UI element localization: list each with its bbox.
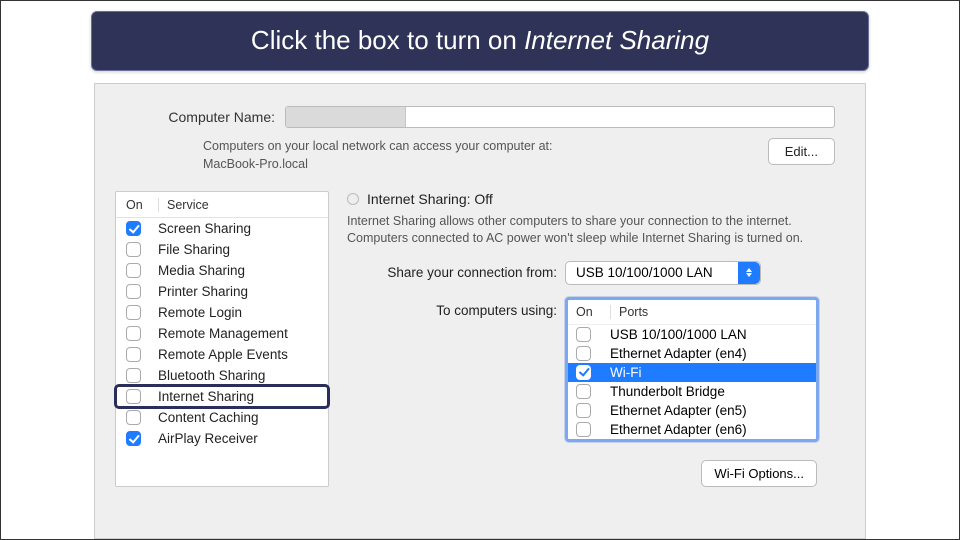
share-from-dropdown[interactable]: USB 10/100/1000 LAN — [565, 261, 761, 285]
service-label: AirPlay Receiver — [158, 431, 320, 446]
port-label: Thunderbolt Bridge — [610, 384, 808, 399]
share-from-value: USB 10/100/1000 LAN — [566, 265, 738, 280]
ports-header-ports: Ports — [610, 305, 808, 319]
service-checkbox[interactable] — [126, 347, 141, 362]
service-label: Internet Sharing — [158, 389, 320, 404]
service-label: File Sharing — [158, 242, 320, 257]
status-text: Internet Sharing: Off — [367, 191, 493, 207]
port-row[interactable]: Wi-Fi — [568, 363, 816, 382]
instruction-text-prefix: Click the box to turn on — [251, 25, 524, 55]
service-row[interactable]: Content Caching — [116, 407, 328, 428]
share-from-row: Share your connection from: USB 10/100/1… — [347, 261, 845, 285]
service-row[interactable]: File Sharing — [116, 239, 328, 260]
status-row: Internet Sharing: Off — [347, 191, 845, 207]
helper-line1: Computers on your local network can acce… — [203, 139, 552, 153]
service-checkbox[interactable] — [126, 305, 141, 320]
computer-name-row: Computer Name: — [95, 84, 865, 134]
service-checkbox[interactable] — [126, 368, 141, 383]
service-label: Screen Sharing — [158, 221, 320, 236]
port-row[interactable]: Ethernet Adapter (en6) — [568, 420, 816, 439]
service-row[interactable]: Remote Apple Events — [116, 344, 328, 365]
service-row[interactable]: Bluetooth Sharing — [116, 365, 328, 386]
service-checkbox[interactable] — [126, 410, 141, 425]
services-header-on: On — [126, 198, 158, 212]
service-row[interactable]: Remote Management — [116, 323, 328, 344]
service-label: Remote Login — [158, 305, 320, 320]
wifi-options-button[interactable]: Wi-Fi Options... — [701, 460, 817, 487]
port-checkbox[interactable] — [576, 365, 591, 380]
port-checkbox[interactable] — [576, 384, 591, 399]
wifi-options-row: Wi-Fi Options... — [347, 454, 845, 487]
details-panel: Internet Sharing: Off Internet Sharing a… — [347, 191, 845, 487]
service-checkbox[interactable] — [126, 221, 141, 236]
main-columns: On Service Screen Sharing File Sharing Med… — [95, 181, 865, 487]
service-checkbox[interactable] — [126, 389, 141, 404]
helper-line2: MacBook-Pro.local — [203, 157, 308, 171]
service-checkbox[interactable] — [126, 284, 141, 299]
port-label: Ethernet Adapter (en6) — [610, 422, 808, 437]
service-label: Media Sharing — [158, 263, 320, 278]
port-label: Ethernet Adapter (en4) — [610, 346, 808, 361]
service-row[interactable]: AirPlay Receiver — [116, 428, 328, 449]
service-row[interactable]: Internet Sharing — [116, 386, 328, 407]
instruction-banner: Click the box to turn on Internet Sharin… — [91, 11, 869, 71]
status-indicator-icon — [347, 193, 359, 205]
port-checkbox[interactable] — [576, 403, 591, 418]
service-label: Printer Sharing — [158, 284, 320, 299]
service-row[interactable]: Screen Sharing — [116, 218, 328, 239]
port-row[interactable]: Ethernet Adapter (en5) — [568, 401, 816, 420]
service-row[interactable]: Remote Login — [116, 302, 328, 323]
share-from-label: Share your connection from: — [347, 265, 565, 280]
service-label: Content Caching — [158, 410, 320, 425]
edit-button[interactable]: Edit... — [768, 138, 835, 165]
services-header-service: Service — [158, 198, 320, 212]
tutorial-slide: Click the box to turn on Internet Sharin… — [0, 0, 960, 540]
ports-list: On Ports USB 10/100/1000 LAN Ethernet Ada… — [565, 297, 819, 442]
service-checkbox[interactable] — [126, 431, 141, 446]
service-label: Bluetooth Sharing — [158, 368, 320, 383]
service-checkbox[interactable] — [126, 242, 141, 257]
port-row[interactable]: Thunderbolt Bridge — [568, 382, 816, 401]
sharing-prefpane: Computer Name: Computers on your local n… — [94, 83, 866, 539]
service-row[interactable]: Media Sharing — [116, 260, 328, 281]
port-label: Wi-Fi — [610, 365, 808, 380]
to-computers-row: To computers using: On Ports USB 10/100/… — [347, 297, 845, 442]
service-checkbox[interactable] — [126, 326, 141, 341]
computer-name-helper-row: Computers on your local network can acce… — [95, 134, 865, 181]
port-row[interactable]: Ethernet Adapter (en4) — [568, 344, 816, 363]
port-label: Ethernet Adapter (en5) — [610, 403, 808, 418]
service-checkbox[interactable] — [126, 263, 141, 278]
description-text: Internet Sharing allows other computers … — [347, 213, 807, 247]
computer-name-helper: Computers on your local network can acce… — [203, 138, 623, 173]
computer-name-input[interactable] — [285, 106, 835, 128]
port-checkbox[interactable] — [576, 422, 591, 437]
service-row[interactable]: Printer Sharing — [116, 281, 328, 302]
port-checkbox[interactable] — [576, 346, 591, 361]
instruction-text-italic: Internet Sharing — [524, 25, 709, 55]
to-computers-label: To computers using: — [347, 297, 565, 318]
service-label: Remote Management — [158, 326, 320, 341]
port-checkbox[interactable] — [576, 327, 591, 342]
computer-name-segment — [286, 107, 406, 127]
service-label: Remote Apple Events — [158, 347, 320, 362]
services-list: On Service Screen Sharing File Sharing Med… — [115, 191, 329, 487]
port-label: USB 10/100/1000 LAN — [610, 327, 808, 342]
chevron-updown-icon — [738, 262, 760, 284]
computer-name-label: Computer Name: — [125, 109, 275, 125]
ports-header-on: On — [576, 305, 610, 319]
services-header: On Service — [116, 192, 328, 218]
port-row[interactable]: USB 10/100/1000 LAN — [568, 325, 816, 344]
ports-header: On Ports — [568, 300, 816, 325]
